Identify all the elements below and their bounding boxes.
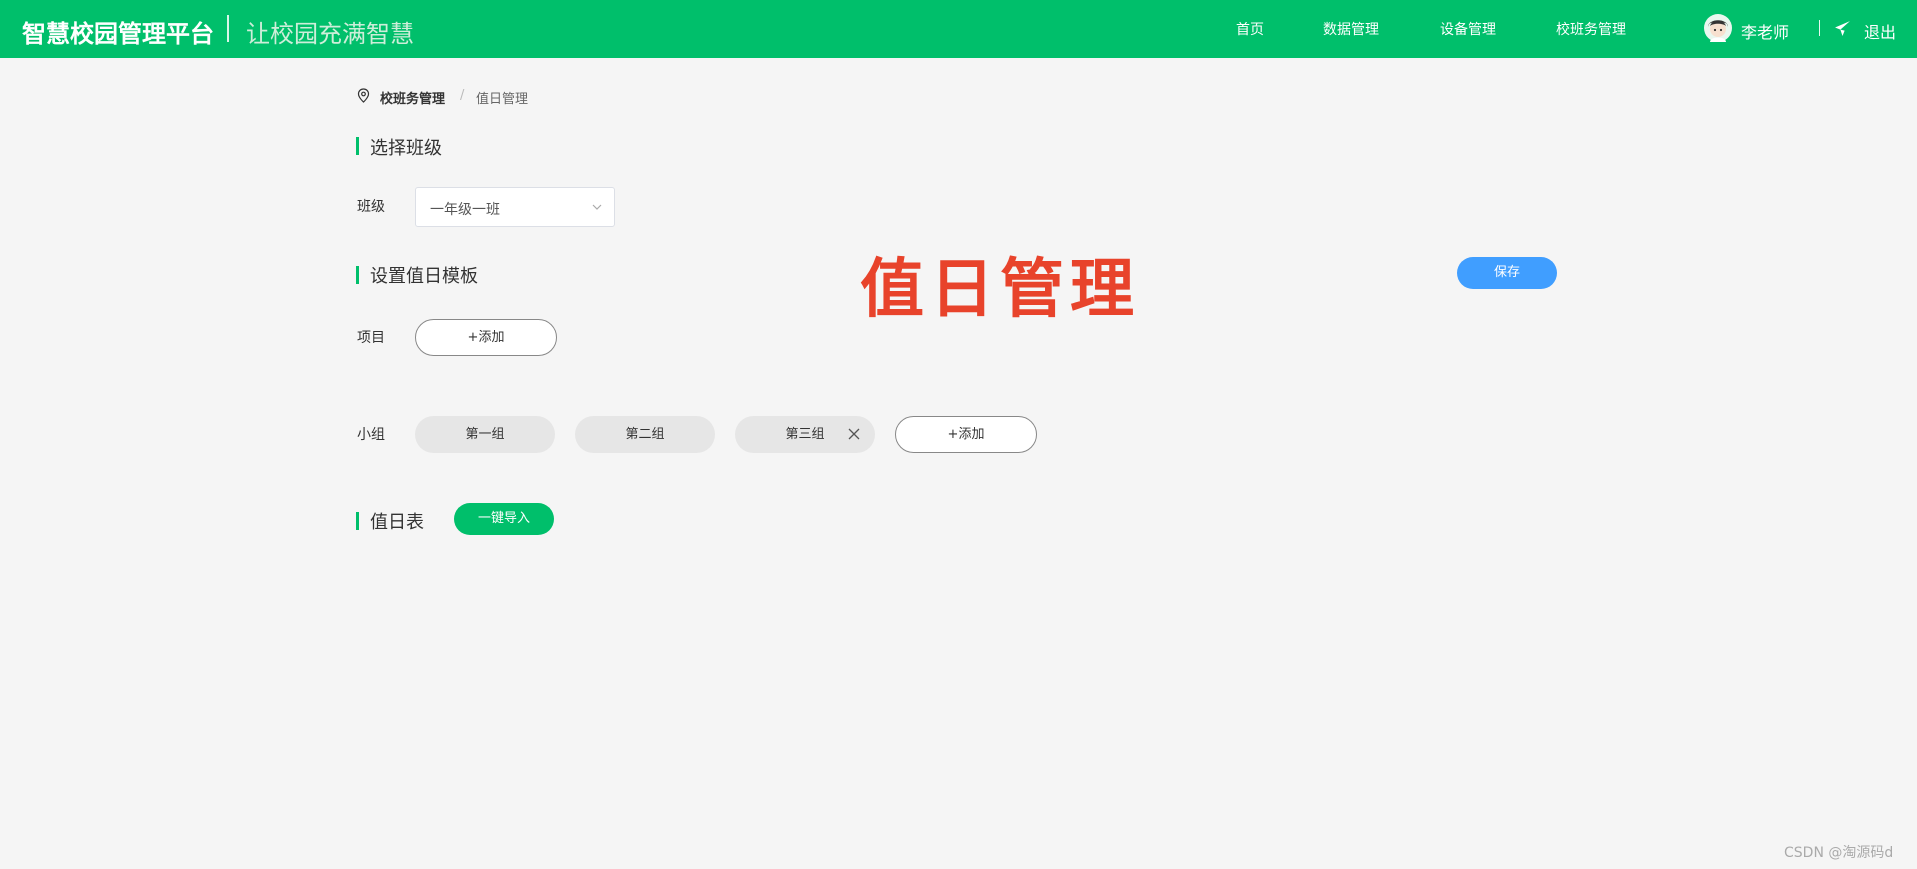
section-title-select-class: 选择班级 — [370, 138, 442, 159]
items-label: 项目 — [357, 330, 385, 346]
section-marker — [356, 512, 359, 530]
add-group-button[interactable]: +添加 — [895, 416, 1037, 453]
section-title-duty-table: 值日表 — [370, 512, 424, 533]
section-marker — [356, 137, 359, 155]
nav-home[interactable]: 首页 — [1236, 19, 1264, 39]
header-divider — [1819, 20, 1820, 36]
group-chip[interactable]: 第二组 — [575, 416, 715, 453]
class-label: 班级 — [357, 199, 385, 215]
breadcrumb-separator: / — [460, 88, 465, 103]
brand-title: 智慧校园管理平台 — [22, 20, 214, 48]
close-icon[interactable] — [848, 428, 860, 440]
nav-device-management[interactable]: 设备管理 — [1440, 19, 1496, 39]
avatar[interactable] — [1704, 14, 1732, 42]
watermark: CSDN @淘源码d — [1784, 845, 1894, 861]
breadcrumb-item-duty-management: 值日管理 — [476, 92, 529, 107]
nav-school-class-management[interactable]: 校班务管理 — [1556, 19, 1626, 39]
add-item-button[interactable]: +添加 — [415, 319, 557, 356]
location-pin-icon — [357, 88, 370, 103]
group-chip[interactable]: 第一组 — [415, 416, 555, 453]
brand-divider — [227, 15, 229, 42]
class-select-value: 一年级一班 — [430, 202, 500, 218]
logout-button[interactable]: 退出 — [1864, 19, 1896, 43]
chevron-down-icon — [592, 204, 602, 210]
overlay-title: 值日管理 — [860, 253, 1140, 327]
brand-slogan: 让校园充满智慧 — [246, 20, 414, 48]
section-title-duty-template: 设置值日模板 — [370, 266, 478, 287]
one-click-import-button[interactable]: 一键导入 — [454, 503, 554, 535]
class-select[interactable]: 一年级一班 — [415, 187, 615, 227]
nav-data-management[interactable]: 数据管理 — [1323, 19, 1379, 39]
breadcrumb-item-school-class-management[interactable]: 校班务管理 — [380, 88, 445, 107]
save-button[interactable]: 保存 — [1457, 257, 1557, 289]
section-marker — [356, 266, 359, 284]
send-icon[interactable] — [1834, 20, 1851, 37]
user-name[interactable]: 李老师 — [1741, 19, 1789, 43]
top-header: 智慧校园管理平台 让校园充满智慧 首页 数据管理 设备管理 校班务管理 李老师 … — [0, 0, 1917, 58]
groups-label: 小组 — [357, 427, 385, 443]
